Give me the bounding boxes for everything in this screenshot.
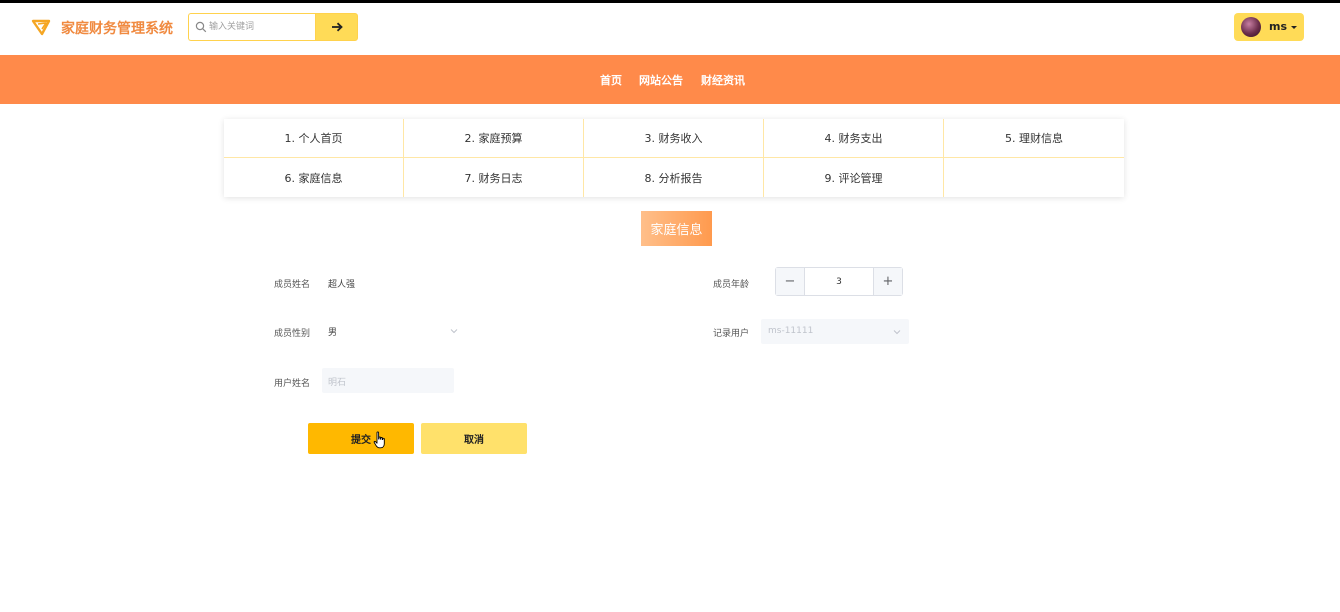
search-button[interactable] [315,13,358,41]
decrement-button[interactable]: − [776,268,805,295]
main-nav: 首页 网站公告 财经资讯 [0,55,1340,104]
submit-button[interactable]: 提交 [308,423,414,454]
menu-item-personal-home[interactable]: 1. 个人首页 [224,119,404,158]
search-icon [195,21,207,33]
record-user-label: 记录用户 [713,329,750,339]
menu-item-income[interactable]: 3. 财务收入 [584,119,764,158]
user-name-field: 明石 [322,368,454,393]
user-name: ms [1269,20,1288,33]
hand-pointer-cursor-icon [373,431,385,449]
menu-item-empty [944,158,1124,197]
age-value[interactable]: 3 [805,268,873,295]
avatar [1241,17,1261,37]
paper-plane-logo-icon [31,19,51,36]
menu-item-analysis-report[interactable]: 8. 分析报告 [584,158,764,197]
search-box [188,13,316,41]
gender-select[interactable]: 男 [322,319,464,343]
nav-home[interactable]: 首页 [600,72,622,88]
menu-item-expense[interactable]: 4. 财务支出 [764,119,944,158]
menu-item-family-info[interactable]: 6. 家庭信息 [224,158,404,197]
cancel-button[interactable]: 取消 [421,423,527,454]
chevron-down-icon [450,329,458,334]
nav-announcements[interactable]: 网站公告 [639,72,683,88]
record-user-select: ms-11111 [761,319,909,344]
page-title: 家庭信息 [641,211,712,246]
nav-finance-news[interactable]: 财经资讯 [701,72,745,88]
function-menu: 1. 个人首页 2. 家庭预算 3. 财务收入 4. 财务支出 5. 理财信息 … [224,119,1124,197]
user-menu-button[interactable]: ms [1234,13,1304,41]
header: 家庭财务管理系统 ms [0,3,1340,55]
record-user-value: ms-11111 [768,326,814,336]
search-input[interactable] [209,18,309,36]
user-name-value: 明石 [328,378,347,388]
gender-select-value: 男 [328,328,338,338]
increment-button[interactable]: + [873,268,902,295]
member-name-value[interactable]: 超人强 [328,277,355,290]
chevron-down-icon [893,330,901,335]
member-name-label: 成员姓名 [274,280,311,290]
menu-item-comments[interactable]: 9. 评论管理 [764,158,944,197]
menu-item-family-budget[interactable]: 2. 家庭预算 [404,119,584,158]
user-name-label: 用户姓名 [274,379,311,389]
arrow-right-icon [331,22,343,32]
menu-item-investment[interactable]: 5. 理财信息 [944,119,1124,158]
age-stepper: − 3 + [775,267,903,296]
member-age-label: 成员年龄 [713,280,750,290]
menu-item-finance-log[interactable]: 7. 财务日志 [404,158,584,197]
caret-down-icon [1291,26,1297,29]
app-title: 家庭财务管理系统 [61,21,173,37]
member-gender-label: 成员性别 [274,329,311,339]
